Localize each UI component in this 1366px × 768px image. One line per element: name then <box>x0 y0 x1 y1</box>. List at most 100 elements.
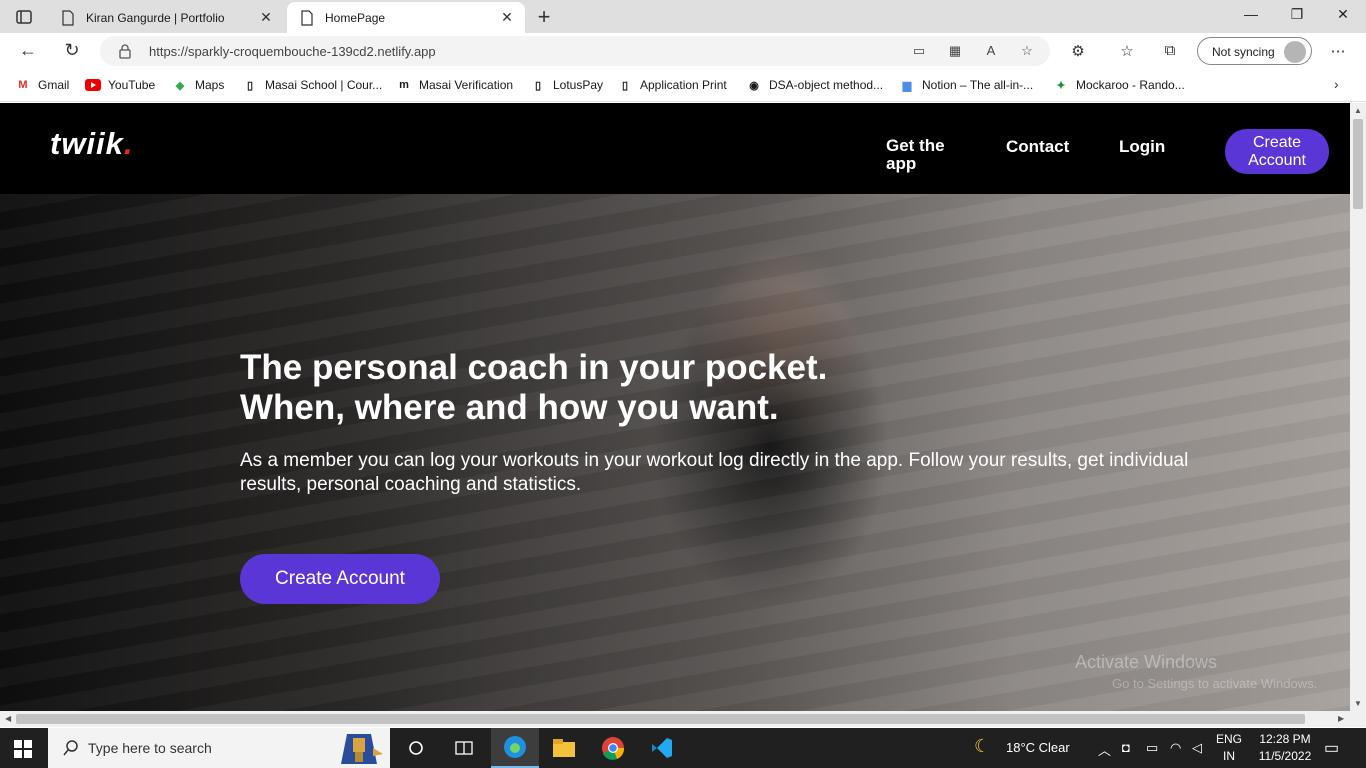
close-icon[interactable]: ✕ <box>256 9 276 26</box>
notifications-icon[interactable]: ▭ <box>1324 738 1339 758</box>
tab-homepage[interactable]: HomePage ✕ <box>287 2 525 33</box>
clock-time: 12:28 PM <box>1259 732 1311 746</box>
more-menu-icon[interactable]: ⋯ <box>1328 42 1348 60</box>
bookmark-label: Maps <box>195 78 225 92</box>
browser-tab-bar: Kiran Gangurde | Portfolio ✕ HomePage ✕ … <box>0 0 1366 33</box>
bookmark-gmail[interactable]: M Gmail <box>15 77 69 93</box>
language-indicator[interactable]: ENG IN <box>1212 731 1246 765</box>
widgets-icon[interactable] <box>440 728 488 768</box>
hero-section: The personal coach in your pocket. When,… <box>0 194 1350 711</box>
bookmark-mockaroo[interactable]: ✦ Mockaroo - Rando... <box>1053 77 1184 93</box>
file-explorer-icon[interactable] <box>540 728 588 768</box>
chevron-right-icon[interactable]: › <box>1334 76 1339 92</box>
taskbar-search-box[interactable]: Type here to search <box>48 728 390 768</box>
search-highlight-icon[interactable] <box>333 728 388 768</box>
vertical-scroll-thumb[interactable] <box>1353 119 1363 209</box>
bookmark-dsa[interactable]: ◉ DSA-object method... <box>746 77 883 93</box>
avatar <box>1284 41 1306 63</box>
activate-windows-subtitle: Go to Settings to activate Windows. <box>1112 676 1318 691</box>
bookmark-masai-school[interactable]: ▯ Masai School | Cour... <box>242 77 382 93</box>
windows-start-icon[interactable] <box>14 740 32 758</box>
scroll-left-arrow-icon[interactable]: ◀ <box>5 714 11 723</box>
lock-icon[interactable] <box>118 43 132 59</box>
new-tab-button[interactable]: + <box>534 4 554 30</box>
hero-headline-line2: When, where and how you want. <box>240 388 779 427</box>
wifi-icon[interactable]: ◠ <box>1170 740 1181 756</box>
back-arrow-icon[interactable]: ← <box>16 40 40 62</box>
tab-actions-icon[interactable] <box>10 6 38 28</box>
vscode-icon[interactable] <box>638 728 686 768</box>
nav-login[interactable]: Login <box>1119 137 1165 157</box>
scroll-up-arrow-icon[interactable]: ▲ <box>1354 106 1362 115</box>
page-icon <box>301 9 313 26</box>
nav-create-line1: Create <box>1252 134 1302 151</box>
tab-title: Kiran Gangurde | Portfolio <box>86 10 225 25</box>
nav-get-app-line1: Get the <box>886 136 945 155</box>
horizontal-scroll-thumb[interactable] <box>16 714 1305 724</box>
profile-button[interactable]: Not syncing <box>1197 37 1312 65</box>
logo-dot: . <box>123 126 134 161</box>
task-view-icon[interactable] <box>392 728 440 768</box>
meet-now-icon[interactable]: ◘ <box>1122 740 1130 755</box>
close-icon[interactable]: ✕ <box>497 9 517 26</box>
folder-icon: ▆ <box>902 79 912 92</box>
chrome-icon[interactable] <box>589 728 637 768</box>
windows-taskbar: Type here to search ☾ 18°C Clear ︿ ◘ ▭ ◠… <box>0 728 1366 768</box>
weather-moon-icon[interactable]: ☾ <box>974 736 990 757</box>
collections-icon[interactable]: ⧉ <box>1160 42 1180 60</box>
qr-code-icon[interactable]: ▦ <box>946 43 964 59</box>
bookmark-label: LotusPay <box>553 78 604 92</box>
app-available-icon[interactable]: ▭ <box>910 43 928 59</box>
bookmark-youtube[interactable]: YouTube <box>85 77 155 93</box>
minimize-button[interactable]: — <box>1228 6 1274 22</box>
masai-icon: m <box>399 79 409 91</box>
restore-button[interactable]: ❐ <box>1274 6 1320 23</box>
extensions-icon[interactable]: ⚙ <box>1068 42 1088 60</box>
bookmark-label: YouTube <box>108 78 156 92</box>
system-clock[interactable]: 12:28 PM 11/5/2022 <box>1250 731 1320 765</box>
profile-label: Not syncing <box>1212 45 1275 59</box>
bookmark-lotuspay[interactable]: ▯ LotusPay <box>530 77 603 93</box>
hero-description: As a member you can log your workouts in… <box>240 450 1189 495</box>
add-favorite-icon[interactable]: ☆ <box>1018 43 1036 59</box>
vertical-scrollbar[interactable]: ▲ ▼ <box>1350 103 1366 711</box>
page-icon: ▯ <box>246 79 254 92</box>
site-header: twiik. Get the app Contact Login Create … <box>0 103 1350 194</box>
address-bar[interactable]: https://sparkly-croquembouche-139cd2.net… <box>100 36 1050 66</box>
volume-icon[interactable]: ◁ <box>1192 740 1202 756</box>
read-aloud-icon[interactable]: A <box>982 43 1000 59</box>
bookmark-application-print[interactable]: ▯ Application Print <box>617 77 727 93</box>
refresh-icon[interactable]: ↻ <box>60 40 84 62</box>
nav-get-app-line2: app <box>886 154 917 173</box>
scroll-right-arrow-icon[interactable]: ▶ <box>1338 714 1344 723</box>
nav-create-line2: Account <box>1248 152 1306 169</box>
page-icon: ▯ <box>534 79 542 92</box>
bookmark-maps[interactable]: ◆ Maps <box>172 77 225 93</box>
tab-title: HomePage <box>325 10 386 25</box>
chevron-up-icon[interactable]: ︿ <box>1098 740 1111 759</box>
lang-line2: IN <box>1223 749 1235 763</box>
nav-create-account-button[interactable]: Create Account <box>1225 129 1329 174</box>
maps-icon: ◆ <box>175 79 185 92</box>
favorites-icon[interactable]: ☆ <box>1117 42 1137 60</box>
github-icon: ◉ <box>749 79 759 92</box>
bookmark-notion[interactable]: ▆ Notion – The all-in-... <box>899 77 1033 93</box>
weather-text[interactable]: 18°C Clear <box>1006 740 1070 755</box>
bookmark-masai-verification[interactable]: m Masai Verification <box>396 77 513 93</box>
bookmarks-bar: M Gmail YouTube ◆ Maps ▯ Masai School | Cou… <box>0 69 1366 102</box>
edge-taskbar-icon[interactable] <box>491 728 539 768</box>
lang-line1: ENG <box>1215 732 1242 746</box>
hero-headline: The personal coach in your pocket. When,… <box>240 348 940 428</box>
page-icon <box>62 9 74 26</box>
site-logo[interactable]: twiik. <box>50 126 134 162</box>
battery-icon[interactable]: ▭ <box>1146 740 1158 756</box>
nav-get-app[interactable]: Get the app <box>886 137 945 173</box>
hero-create-account-button[interactable]: Create Account <box>240 554 440 604</box>
horizontal-scrollbar[interactable]: ◀ ▶ <box>0 711 1366 727</box>
search-icon <box>63 740 78 756</box>
tab-portfolio[interactable]: Kiran Gangurde | Portfolio ✕ <box>48 2 284 33</box>
nav-contact[interactable]: Contact <box>1006 137 1069 157</box>
url-text[interactable]: https://sparkly-croquembouche-139cd2.net… <box>149 44 436 59</box>
scroll-down-arrow-icon[interactable]: ▼ <box>1354 699 1362 708</box>
window-close-button[interactable]: ✕ <box>1320 6 1366 23</box>
